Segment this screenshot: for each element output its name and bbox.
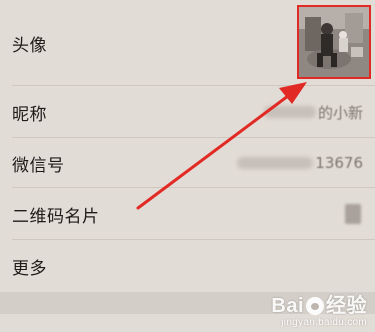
settings-row-avatar[interactable]: 头像: [0, 0, 375, 86]
blurred-text: [237, 157, 314, 170]
paw-icon: [306, 297, 324, 315]
nickname-value: 的小新: [263, 102, 363, 123]
nickname-label: 昵称: [12, 104, 47, 125]
avatar-image[interactable]: [297, 5, 371, 79]
qr-code-label: 二维码名片: [12, 206, 100, 227]
watermark-brand: Bai 经验: [271, 295, 367, 317]
qr-code-icon: [345, 204, 361, 224]
more-label: 更多: [12, 258, 47, 279]
watermark: Bai 经验 jingyan.baidu.com: [271, 296, 367, 328]
avatar-label: 头像: [12, 35, 47, 56]
blurred-text: [263, 106, 316, 118]
watermark-site: jingyan.baidu.com: [281, 317, 367, 328]
wechat-id-value: 13676: [237, 154, 363, 172]
settings-row-nickname[interactable]: 昵称 的小新: [0, 86, 375, 138]
profile-settings-screen: 头像 昵称 的小新 微信号 13676 二维码名片 更多 Bai 经验 jing…: [0, 0, 375, 332]
wechat-id-label: 微信号: [12, 155, 65, 176]
settings-row-more[interactable]: 更多: [0, 240, 375, 292]
settings-row-qr-code[interactable]: 二维码名片: [0, 188, 375, 240]
avatar-photo: [299, 7, 369, 77]
settings-row-wechat-id[interactable]: 微信号 13676: [0, 138, 375, 188]
